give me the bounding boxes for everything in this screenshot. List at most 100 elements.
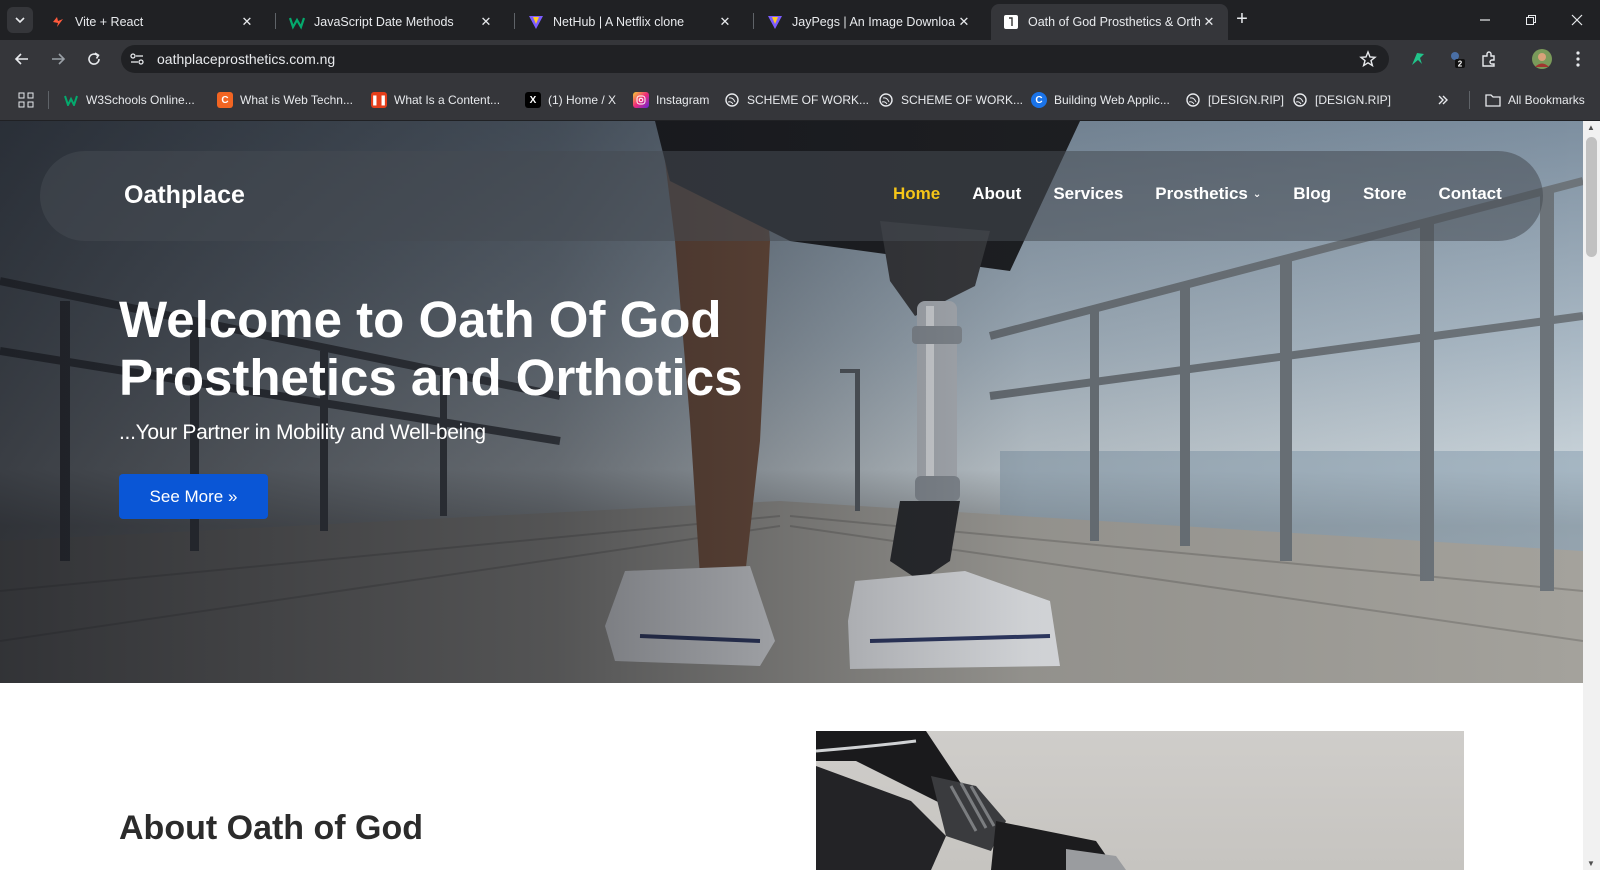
tab-title: Oath of God Prosthetics & Orth [1028,15,1200,29]
globe-icon [878,92,894,108]
hero-title-line-1: Welcome to Oath Of God [119,291,722,348]
extension-badge-icon[interactable]: 2 [1446,49,1466,69]
see-more-button[interactable]: See More » [119,474,268,519]
bookmark-label: [DESIGN.RIP] [1315,93,1392,107]
close-window-button[interactable] [1554,0,1600,40]
globe-icon [1185,92,1201,108]
bookmark-x[interactable]: X (1) Home / X [525,91,616,109]
close-tab-icon[interactable]: ✕ [477,13,495,31]
bookmark-building-web[interactable]: C Building Web Applic... [1031,91,1170,109]
close-tab-icon[interactable]: ✕ [238,13,256,31]
bookmark-label: W3Schools Online... [86,93,195,107]
extension-bird-icon[interactable] [1408,49,1428,69]
apps-button[interactable] [18,91,34,109]
arrow-left-icon [14,53,28,65]
bookmarks-overflow-button[interactable] [1437,91,1449,109]
robotic-hand-image [816,731,1126,870]
reload-button[interactable] [84,49,104,69]
hero-subtitle: ...Your Partner in Mobility and Well-bei… [119,421,486,444]
reload-icon [88,52,100,65]
bookmark-label: (1) Home / X [548,93,617,107]
scroll-up-arrow-icon[interactable]: ▲ [1587,123,1595,132]
w3schools-icon [289,14,305,30]
nav-services[interactable]: Services [1053,184,1123,204]
tab-title: JayPegs | An Image Downloadin [792,15,955,29]
more-menu-icon[interactable] [1568,49,1588,69]
bookmark-w3schools[interactable]: W3Schools Online... [63,91,195,109]
restore-icon [1526,15,1536,25]
all-bookmarks-button[interactable]: All Bookmarks [1485,91,1585,109]
apps-grid-icon [18,92,34,108]
tab-title: JavaScript Date Methods [314,15,454,29]
tab-js-date[interactable]: JavaScript Date Methods ✕ [277,4,505,40]
page-viewport: Oathplace Home About Services Prosthetic… [0,121,1600,870]
bookmark-design-rip-1[interactable]: [DESIGN.RIP] [1185,91,1284,109]
bookmark-label: What is Web Techn... [240,93,353,107]
tab-divider [275,13,276,29]
close-icon [1571,14,1583,26]
folder-icon [1485,92,1501,108]
minimize-button[interactable] [1462,0,1508,40]
tab-divider [753,13,754,29]
bookmark-star-icon[interactable] [1359,50,1377,68]
back-button[interactable] [12,49,32,69]
nav-label: Contact [1438,184,1502,203]
cc-icon: C [217,92,233,108]
nav-about[interactable]: About [972,184,1021,204]
tab-oath-of-god[interactable]: Oath of God Prosthetics & Orth ✕ [991,4,1228,40]
globe-icon [1292,92,1308,108]
site-logo[interactable]: Oathplace [124,181,245,210]
profile-avatar[interactable] [1532,49,1552,69]
tab-vite-react[interactable]: Vite + React ✕ [38,4,266,40]
bookmark-instagram[interactable]: Instagram [633,91,709,109]
bookmark-scheme-1[interactable]: SCHEME OF WORK... [724,91,869,109]
w3schools-icon [63,92,79,108]
site-icon [1003,14,1019,30]
bookmarks-divider [1469,91,1470,109]
nav-label: Services [1053,184,1124,203]
bookmark-design-rip-2[interactable]: [DESIGN.RIP] [1292,91,1391,109]
hero-title-line-2: Prosthetics and Orthotics [119,349,743,406]
site-navbar: Oathplace Home About Services Prosthetic… [40,151,1543,241]
tab-title: Vite + React [75,15,144,29]
hero-section: Oathplace Home About Services Prosthetic… [0,121,1583,683]
scroll-down-arrow-icon[interactable]: ▼ [1587,859,1595,868]
page-scrollbar[interactable]: ▲ ▼ [1583,121,1600,870]
c-icon: C [1031,92,1047,108]
site-settings-icon[interactable] [129,51,145,67]
nav-label: Home [893,184,941,203]
close-tab-icon[interactable]: ✕ [955,13,973,31]
arrow-right-icon [52,53,66,65]
new-tab-button[interactable]: + [1231,9,1253,31]
address-bar[interactable]: oathplaceprosthetics.com.ng [121,45,1389,73]
bookmark-label: [DESIGN.RIP] [1208,93,1285,107]
nav-prosthetics[interactable]: Prosthetics ⌄ [1155,184,1261,204]
bookmark-label: Instagram [656,93,710,107]
globe-icon [724,92,740,108]
tab-title: NetHub | A Netflix clone [553,15,685,29]
bookmark-scheme-2[interactable]: SCHEME OF WORK... [878,91,1023,109]
nav-contact[interactable]: Contact [1439,184,1502,204]
bookmark-label: SCHEME OF WORK... [901,93,1024,107]
tab-nethub[interactable]: NetHub | A Netflix clone ✕ [516,4,744,40]
bookmark-content[interactable]: ❚❚ What Is a Content... [371,91,500,109]
chevron-down-icon: ⌄ [1252,188,1262,200]
nav-label: Store [1363,184,1407,203]
content-icon: ❚❚ [371,92,387,108]
restore-button[interactable] [1508,0,1554,40]
extensions-puzzle-icon[interactable] [1479,49,1499,69]
nav-home[interactable]: Home [893,184,940,204]
vite-icon [50,14,66,30]
tab-jaypegs[interactable]: JayPegs | An Image Downloadin ✕ [755,4,983,40]
nav-label: Blog [1293,184,1332,203]
vite-icon [767,14,783,30]
bookmarks-bar: W3Schools Online... C What is Web Techn.… [0,78,1600,121]
bookmark-web-tech[interactable]: C What is Web Techn... [217,91,353,109]
forward-button[interactable] [48,49,68,69]
nav-blog[interactable]: Blog [1293,184,1331,204]
tab-search-button[interactable] [7,7,33,33]
close-tab-icon[interactable]: ✕ [1200,13,1218,31]
nav-store[interactable]: Store [1363,184,1406,204]
scrollbar-thumb[interactable] [1586,137,1597,257]
close-tab-icon[interactable]: ✕ [716,13,734,31]
